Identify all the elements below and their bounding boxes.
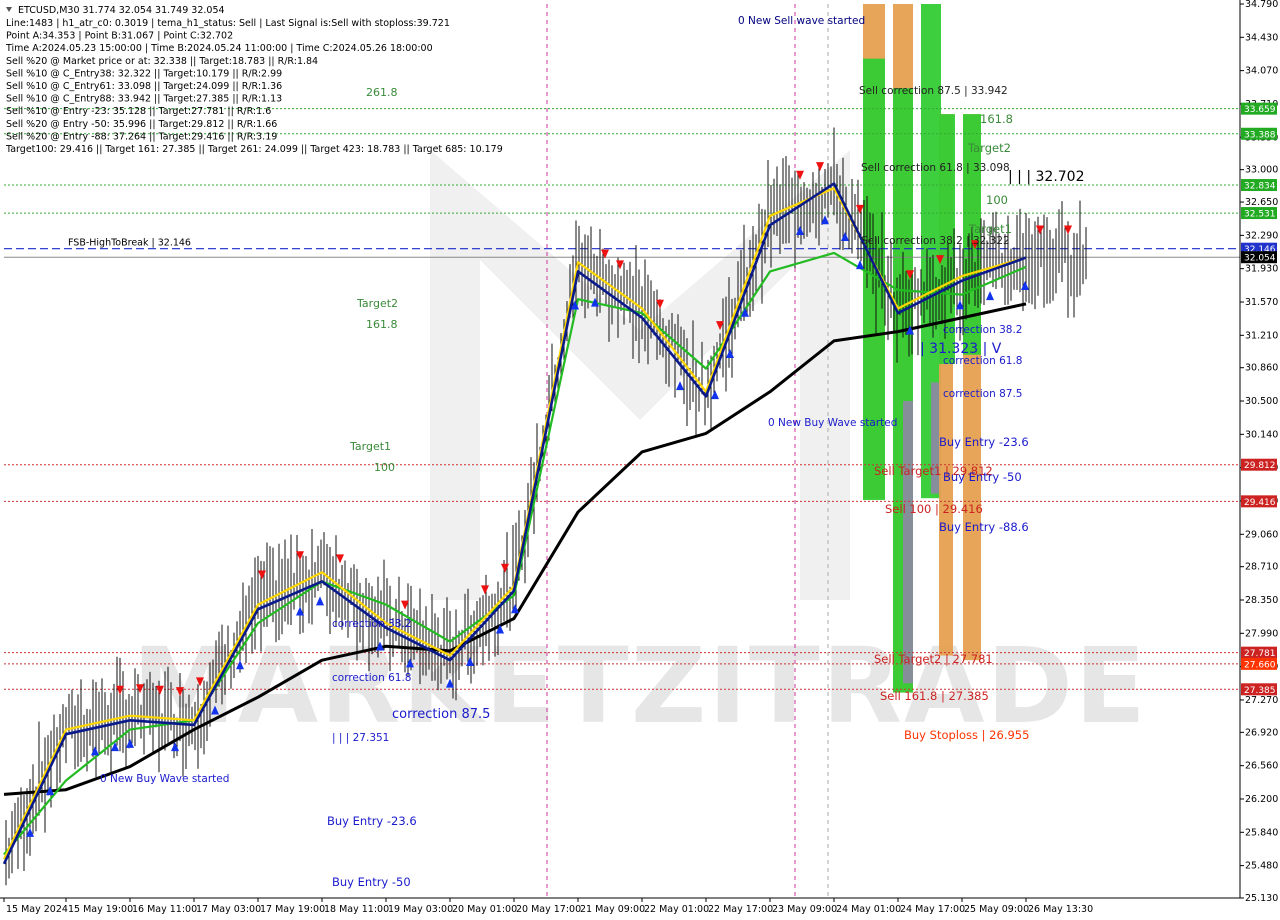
x-tick-label: 21 May 09:00	[580, 904, 645, 915]
annotation-label: correction 87.5	[392, 707, 490, 722]
y-tick-label: 31.930	[1245, 264, 1278, 275]
x-tick-label: 24 May 01:00	[836, 904, 901, 915]
y-tick-label: 34.790	[1245, 0, 1278, 10]
info-line: Sell %20 @ Entry -50: 35.996 || Target:2…	[6, 119, 277, 130]
price-tag-label: 27.660	[1244, 660, 1276, 670]
annotation-label: 0 New Buy Wave started	[768, 417, 897, 429]
annotation-label: Target2	[967, 141, 1011, 155]
y-tick-label: 32.290	[1245, 230, 1278, 241]
chart-canvas[interactable]: MARKETZITRADEFSB-HighToBreak | 32.1460 N…	[0, 0, 1280, 920]
annotation-label: Buy Entry -50	[943, 470, 1022, 484]
info-line: Sell %10 @ C_Entry88: 33.942 || Target:2…	[6, 94, 282, 105]
x-tick-label: 17 May 03:00	[196, 904, 261, 915]
annotation-label: 0 New Sell wave started	[738, 15, 865, 27]
y-tick-label: 32.650	[1245, 197, 1278, 208]
annotation-label: Buy Entry -50	[332, 875, 411, 889]
x-tick-label: 23 May 09:00	[772, 904, 837, 915]
x-tick-label: 18 May 11:00	[324, 904, 389, 915]
annotation-label: correction 61.8	[332, 672, 411, 684]
y-tick-label: 31.570	[1245, 297, 1278, 308]
y-tick-label: 27.990	[1245, 628, 1278, 639]
info-line: Point A:34.353 | Point B:31.067 | Point …	[6, 31, 233, 42]
price-tag-label: 33.659	[1244, 105, 1276, 115]
annotation-label: correction 61.8	[943, 355, 1022, 367]
x-tick-label: 20 May 01:00	[452, 904, 517, 915]
y-tick-label: 30.140	[1245, 429, 1278, 440]
annotation-label: Sell 161.8 | 27.385	[880, 689, 989, 703]
info-line: Line:1483 | h1_atr_c0: 0.3019 | tema_h1_…	[6, 18, 450, 29]
price-tag-label: 32.531	[1244, 210, 1276, 220]
info-line: Sell %10 @ C_Entry38: 32.322 || Target:1…	[6, 68, 282, 79]
price-tag-label: 33.388	[1244, 130, 1276, 140]
annotation-label: Target2	[356, 297, 398, 310]
x-tick-label: 26 May 13:30	[1028, 904, 1093, 915]
y-tick-label: 25.480	[1245, 861, 1278, 872]
price-tag-label: 29.812	[1244, 461, 1276, 471]
x-tick-label: 20 May 17:00	[516, 904, 581, 915]
info-line: Sell %10 @ C_Entry61: 33.098 || Target:2…	[6, 81, 282, 92]
info-line: Sell %20 @ Entry -88: 37.264 || Target:2…	[6, 131, 277, 142]
y-tick-label: 30.500	[1245, 396, 1278, 407]
x-tick-label: 16 May 11:00	[132, 904, 197, 915]
annotation-label: correction 38.2	[943, 324, 1022, 336]
price-tag-label: 32.834	[1244, 182, 1276, 192]
y-tick-label: 28.350	[1245, 595, 1278, 606]
y-tick-label: 27.270	[1245, 695, 1278, 706]
x-tick-label: 15 May 19:00	[68, 904, 133, 915]
y-tick-label: 34.430	[1245, 32, 1278, 43]
annotation-label: correction 38.2	[332, 618, 411, 630]
y-tick-label: 30.860	[1245, 363, 1278, 374]
annotation-label: Buy Entry -23.6	[939, 435, 1029, 449]
fsb-label: FSB-HighToBreak | 32.146	[68, 238, 191, 249]
y-tick-label: 29.060	[1245, 529, 1278, 540]
annotation-label: Buy Stoploss | 26.955	[904, 728, 1029, 742]
x-tick-label: 15 May 2024	[6, 904, 68, 915]
annotation-label: Buy Entry -23.6	[327, 814, 417, 828]
annotation-label: | | | 27.351	[332, 732, 389, 744]
x-tick-label: 19 May 03:00	[388, 904, 453, 915]
y-tick-label: 34.070	[1245, 66, 1278, 77]
annotation-label: 0 New Buy Wave started	[100, 773, 229, 785]
annotation-label: correction 87.5	[943, 388, 1022, 400]
info-line: Target100: 29.416 || Target 161: 27.385 …	[5, 144, 503, 155]
annotation-label: 100	[374, 461, 395, 474]
annotation-label: Sell correction 38.2 | 32.322	[861, 235, 1010, 247]
y-tick-label: 33.000	[1245, 165, 1278, 176]
info-line: Time A:2024.05.23 15:00:00 | Time B:2024…	[5, 43, 433, 54]
chart-stage: MARKETZITRADE FSB-HighToBreak | 32.146 0 N…	[0, 0, 1280, 920]
annotation-label: Sell correction 61.8 | 33.098	[861, 162, 1010, 174]
x-tick-label: 24 May 17:00	[900, 904, 965, 915]
x-tick-label: 22 May 01:00	[644, 904, 709, 915]
y-tick-label: 25.840	[1245, 827, 1278, 838]
info-line: Sell %10 @ Entry -23: 35.128 || Target:2…	[6, 106, 271, 117]
x-tick-label: 17 May 19:00	[260, 904, 325, 915]
x-tick-label: 25 May 09:00	[964, 904, 1029, 915]
price-tag-label: 27.781	[1244, 649, 1276, 659]
info-line: Sell %20 @ Market price or at: 32.338 ||…	[6, 56, 318, 67]
y-tick-label: 25.130	[1245, 893, 1278, 904]
grey-zone-1	[903, 401, 913, 684]
annotation-label: 261.8	[366, 86, 398, 99]
price-tag-label: 27.385	[1244, 686, 1276, 696]
price-tag-label: 29.416	[1244, 498, 1276, 508]
annotation-label: Sell correction 87.5 | 33.942	[859, 85, 1008, 97]
annotation-label: Target1	[349, 440, 391, 453]
x-tick-label: 22 May 17:00	[708, 904, 773, 915]
y-tick-label: 28.710	[1245, 562, 1278, 573]
annotation-label: Sell 100 | 29.416	[885, 502, 983, 516]
annotation-label: Sell Target2 | 27.781	[874, 652, 993, 666]
annotation-label: Target1	[968, 222, 1012, 236]
annotation-label: 161.8	[980, 112, 1013, 126]
y-tick-label: 26.920	[1245, 727, 1278, 738]
annotation-label: Buy Entry -88.6	[939, 520, 1029, 534]
annotation-label: 100	[986, 193, 1008, 207]
price-tag-label: 32.054	[1244, 254, 1276, 264]
annotation-label: 161.8	[366, 318, 398, 331]
y-tick-label: 26.200	[1245, 794, 1278, 805]
symbol-header: ETCUSD,M30 31.774 32.054 31.749 32.054	[18, 5, 225, 16]
y-tick-label: 26.560	[1245, 761, 1278, 772]
annotation-label: | | | 32.702	[1008, 169, 1085, 185]
y-tick-label: 31.210	[1245, 330, 1278, 341]
